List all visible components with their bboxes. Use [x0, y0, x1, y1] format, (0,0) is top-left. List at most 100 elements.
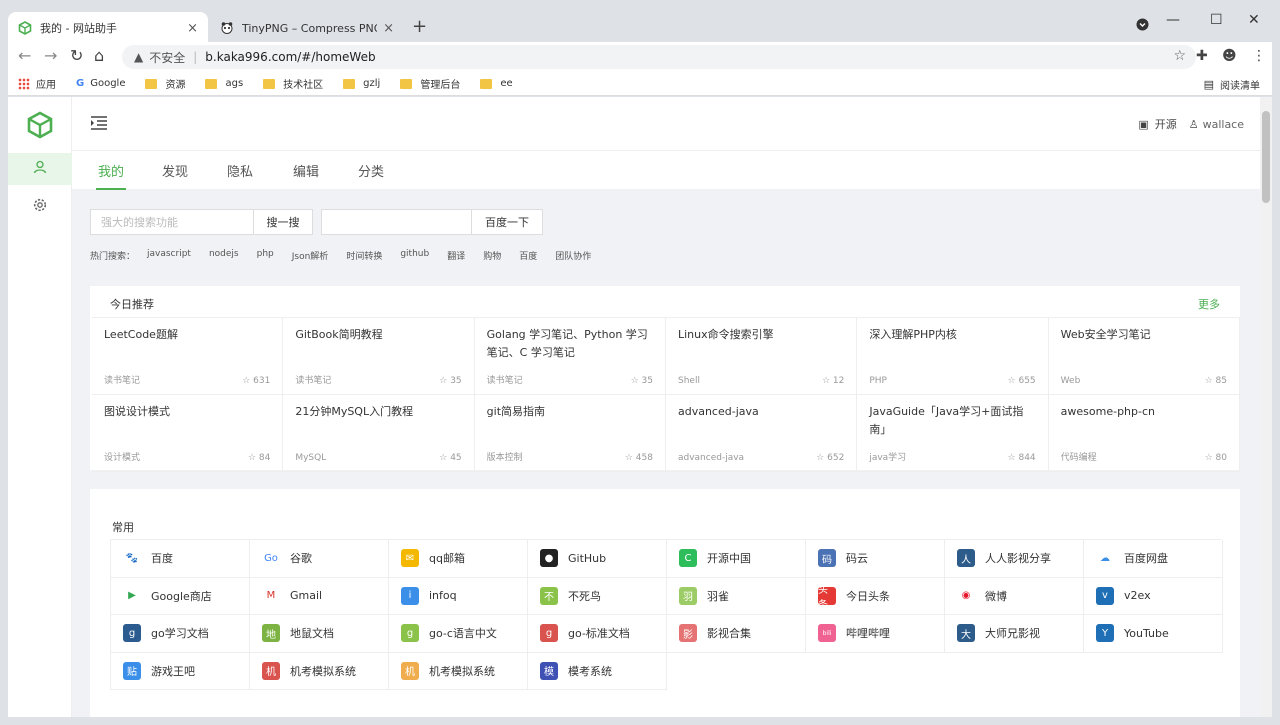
- recommend-card[interactable]: awesome-php-cn 代码编程 ☆ 80: [1048, 395, 1240, 472]
- common-link[interactable]: 影影视合集: [667, 615, 806, 653]
- common-link[interactable]: M Gmail: [250, 577, 389, 615]
- username[interactable]: wallace: [1203, 118, 1244, 131]
- page-scrollbar[interactable]: [1260, 97, 1272, 717]
- bookmark-folder[interactable]: 技术社区: [263, 76, 323, 91]
- recommend-card[interactable]: LeetCode题解 读书笔记 ☆ 631: [92, 318, 284, 395]
- tab-mine[interactable]: 我的: [95, 161, 127, 190]
- hot-item[interactable]: javascript: [147, 249, 191, 262]
- tab-edit[interactable]: 编辑: [293, 161, 319, 180]
- tab-privacy[interactable]: 隐私: [227, 161, 253, 180]
- recommend-card[interactable]: 深入理解PHP内核 PHP ☆ 655: [857, 318, 1049, 395]
- hot-item[interactable]: 团队协作: [555, 249, 591, 262]
- menu-fold-icon[interactable]: [90, 115, 108, 131]
- baidu-search-button[interactable]: 百度一下: [471, 209, 543, 235]
- common-link[interactable]: Go 谷歌: [250, 540, 389, 578]
- common-link[interactable]: 地地鼠文档: [250, 615, 389, 653]
- bookmark-folder[interactable]: 管理后台: [400, 76, 460, 91]
- common-link[interactable]: C 开源中国: [667, 540, 806, 578]
- link-label: 码云: [846, 552, 868, 566]
- tab-category[interactable]: 分类: [358, 161, 384, 180]
- common-link[interactable]: 模模考系统: [528, 652, 667, 690]
- recommend-card[interactable]: advanced-java advanced-java ☆ 652: [665, 395, 858, 472]
- recommend-card[interactable]: 21分钟MySQL入门教程 MySQL ☆ 45: [283, 395, 475, 472]
- common-link[interactable]: 机机考模拟系统: [250, 652, 389, 690]
- reload-icon[interactable]: ↻: [70, 46, 83, 65]
- star-count: 12: [832, 376, 845, 386]
- close-window-button[interactable]: ✕: [1248, 12, 1260, 28]
- tab-close-icon[interactable]: ×: [187, 21, 198, 36]
- browser-tab[interactable]: TinyPNG – Compress PNG ima ×: [210, 12, 404, 44]
- hot-item[interactable]: php: [257, 249, 274, 262]
- site-search-button[interactable]: 搜一搜: [253, 209, 313, 235]
- site-search-input[interactable]: 强大的搜索功能: [90, 209, 254, 235]
- common-link[interactable]: ● GitHub: [528, 540, 667, 578]
- common-link[interactable]: 头条 今日头条: [806, 577, 945, 615]
- reading-list-button[interactable]: ▤ 阅读清单: [1204, 77, 1260, 92]
- bookmark-star-icon[interactable]: ☆: [1173, 48, 1186, 64]
- common-link[interactable]: 羽羽雀: [667, 577, 806, 615]
- browser-tab-active[interactable]: 我的 - 网站助手 ×: [8, 12, 208, 44]
- recommend-card[interactable]: GitBook简明教程 读书笔记 ☆ 35: [283, 318, 475, 395]
- profile-avatar-icon[interactable]: ☻: [1222, 48, 1237, 64]
- hot-item[interactable]: github: [400, 249, 429, 262]
- hot-item[interactable]: nodejs: [209, 249, 239, 262]
- card-stars: ☆ 652: [816, 453, 844, 463]
- maximize-button[interactable]: ☐: [1210, 12, 1223, 28]
- extensions-puzzle-icon[interactable]: ✚: [1196, 48, 1208, 64]
- tab-close-icon[interactable]: ×: [383, 21, 394, 36]
- common-link[interactable]: g go-c语言中文: [389, 615, 528, 653]
- forward-arrow-icon[interactable]: →: [44, 46, 57, 65]
- hot-item[interactable]: 时间转换: [346, 249, 382, 262]
- common-link[interactable]: 🐾 百度: [111, 540, 250, 578]
- common-link[interactable]: bili 哔哩哔哩: [806, 615, 945, 653]
- bookmark-folder[interactable]: ags: [205, 78, 243, 89]
- common-link[interactable]: 人人人影视分享: [945, 540, 1084, 578]
- tab-search-icon[interactable]: [1136, 18, 1149, 35]
- common-link[interactable]: 不不死鸟: [528, 577, 667, 615]
- bookmark-apps[interactable]: 应用: [18, 76, 56, 91]
- baidu-search-input[interactable]: [321, 209, 473, 235]
- recommend-card[interactable]: Web安全学习笔记 Web ☆ 85: [1048, 318, 1240, 395]
- open-source-link[interactable]: 开源: [1155, 116, 1177, 132]
- common-link[interactable]: ▶ Google商店: [111, 577, 250, 615]
- more-link[interactable]: 更多: [1198, 296, 1220, 312]
- sidebar-item-settings[interactable]: [8, 191, 72, 223]
- address-bar[interactable]: ▲ 不安全 | b.kaka996.com/#/homeWeb ☆: [122, 45, 1196, 69]
- common-link[interactable]: 机机考模拟系统: [389, 652, 528, 690]
- home-icon[interactable]: ⌂: [94, 46, 104, 65]
- common-link[interactable]: g go-标准文档: [528, 615, 667, 653]
- tab-discover[interactable]: 发现: [162, 161, 188, 180]
- common-link[interactable]: g go学习文档: [111, 615, 250, 653]
- bookmark-folder[interactable]: 资源: [145, 76, 185, 91]
- common-link[interactable]: 贴游戏王吧: [111, 652, 250, 690]
- common-link[interactable]: ◉ 微博: [945, 577, 1084, 615]
- common-link[interactable]: Y YouTube: [1084, 615, 1223, 653]
- bookmark-folder[interactable]: ee: [480, 78, 513, 89]
- new-tab-button[interactable]: +: [412, 16, 427, 37]
- bookmark-folder[interactable]: gzlj: [343, 78, 380, 89]
- hot-item[interactable]: 翻译: [447, 249, 465, 262]
- scrollbar-thumb[interactable]: [1262, 111, 1270, 203]
- recommend-card[interactable]: Golang 学习笔记、Python 学习笔记、C 学习笔记 读书笔记 ☆ 35: [474, 318, 666, 395]
- common-link[interactable]: ☁ 百度网盘: [1084, 540, 1223, 578]
- hot-item[interactable]: 百度: [519, 249, 537, 262]
- hot-item[interactable]: Json解析: [292, 249, 329, 262]
- recommend-card[interactable]: git简易指南 版本控制 ☆ 458: [474, 395, 666, 472]
- menu-dots-icon[interactable]: ⋮: [1252, 48, 1266, 64]
- common-link[interactable]: 大大师兄影视: [945, 615, 1084, 653]
- common-link[interactable]: ✉ qq邮箱: [389, 540, 528, 578]
- common-link[interactable]: 码码云: [806, 540, 945, 578]
- recommend-card[interactable]: JavaGuide「Java学习+面试指南」 java学习 ☆ 844: [857, 395, 1049, 472]
- common-link[interactable]: i infoq: [389, 577, 528, 615]
- minimize-button[interactable]: —: [1166, 12, 1180, 28]
- cube-logo-icon[interactable]: [26, 111, 54, 139]
- reading-list-label: 阅读清单: [1220, 81, 1260, 92]
- link-label: 游戏王吧: [151, 664, 195, 678]
- bookmark-google[interactable]: G Google: [76, 78, 125, 89]
- sidebar-item-user[interactable]: [8, 153, 72, 185]
- back-arrow-icon[interactable]: ←: [18, 46, 31, 65]
- hot-item[interactable]: 购物: [483, 249, 501, 262]
- recommend-card[interactable]: Linux命令搜索引擎 Shell ☆ 12: [665, 318, 858, 395]
- common-link[interactable]: v v2ex: [1084, 577, 1223, 615]
- recommend-card[interactable]: 图说设计模式 设计模式 ☆ 84: [92, 395, 284, 472]
